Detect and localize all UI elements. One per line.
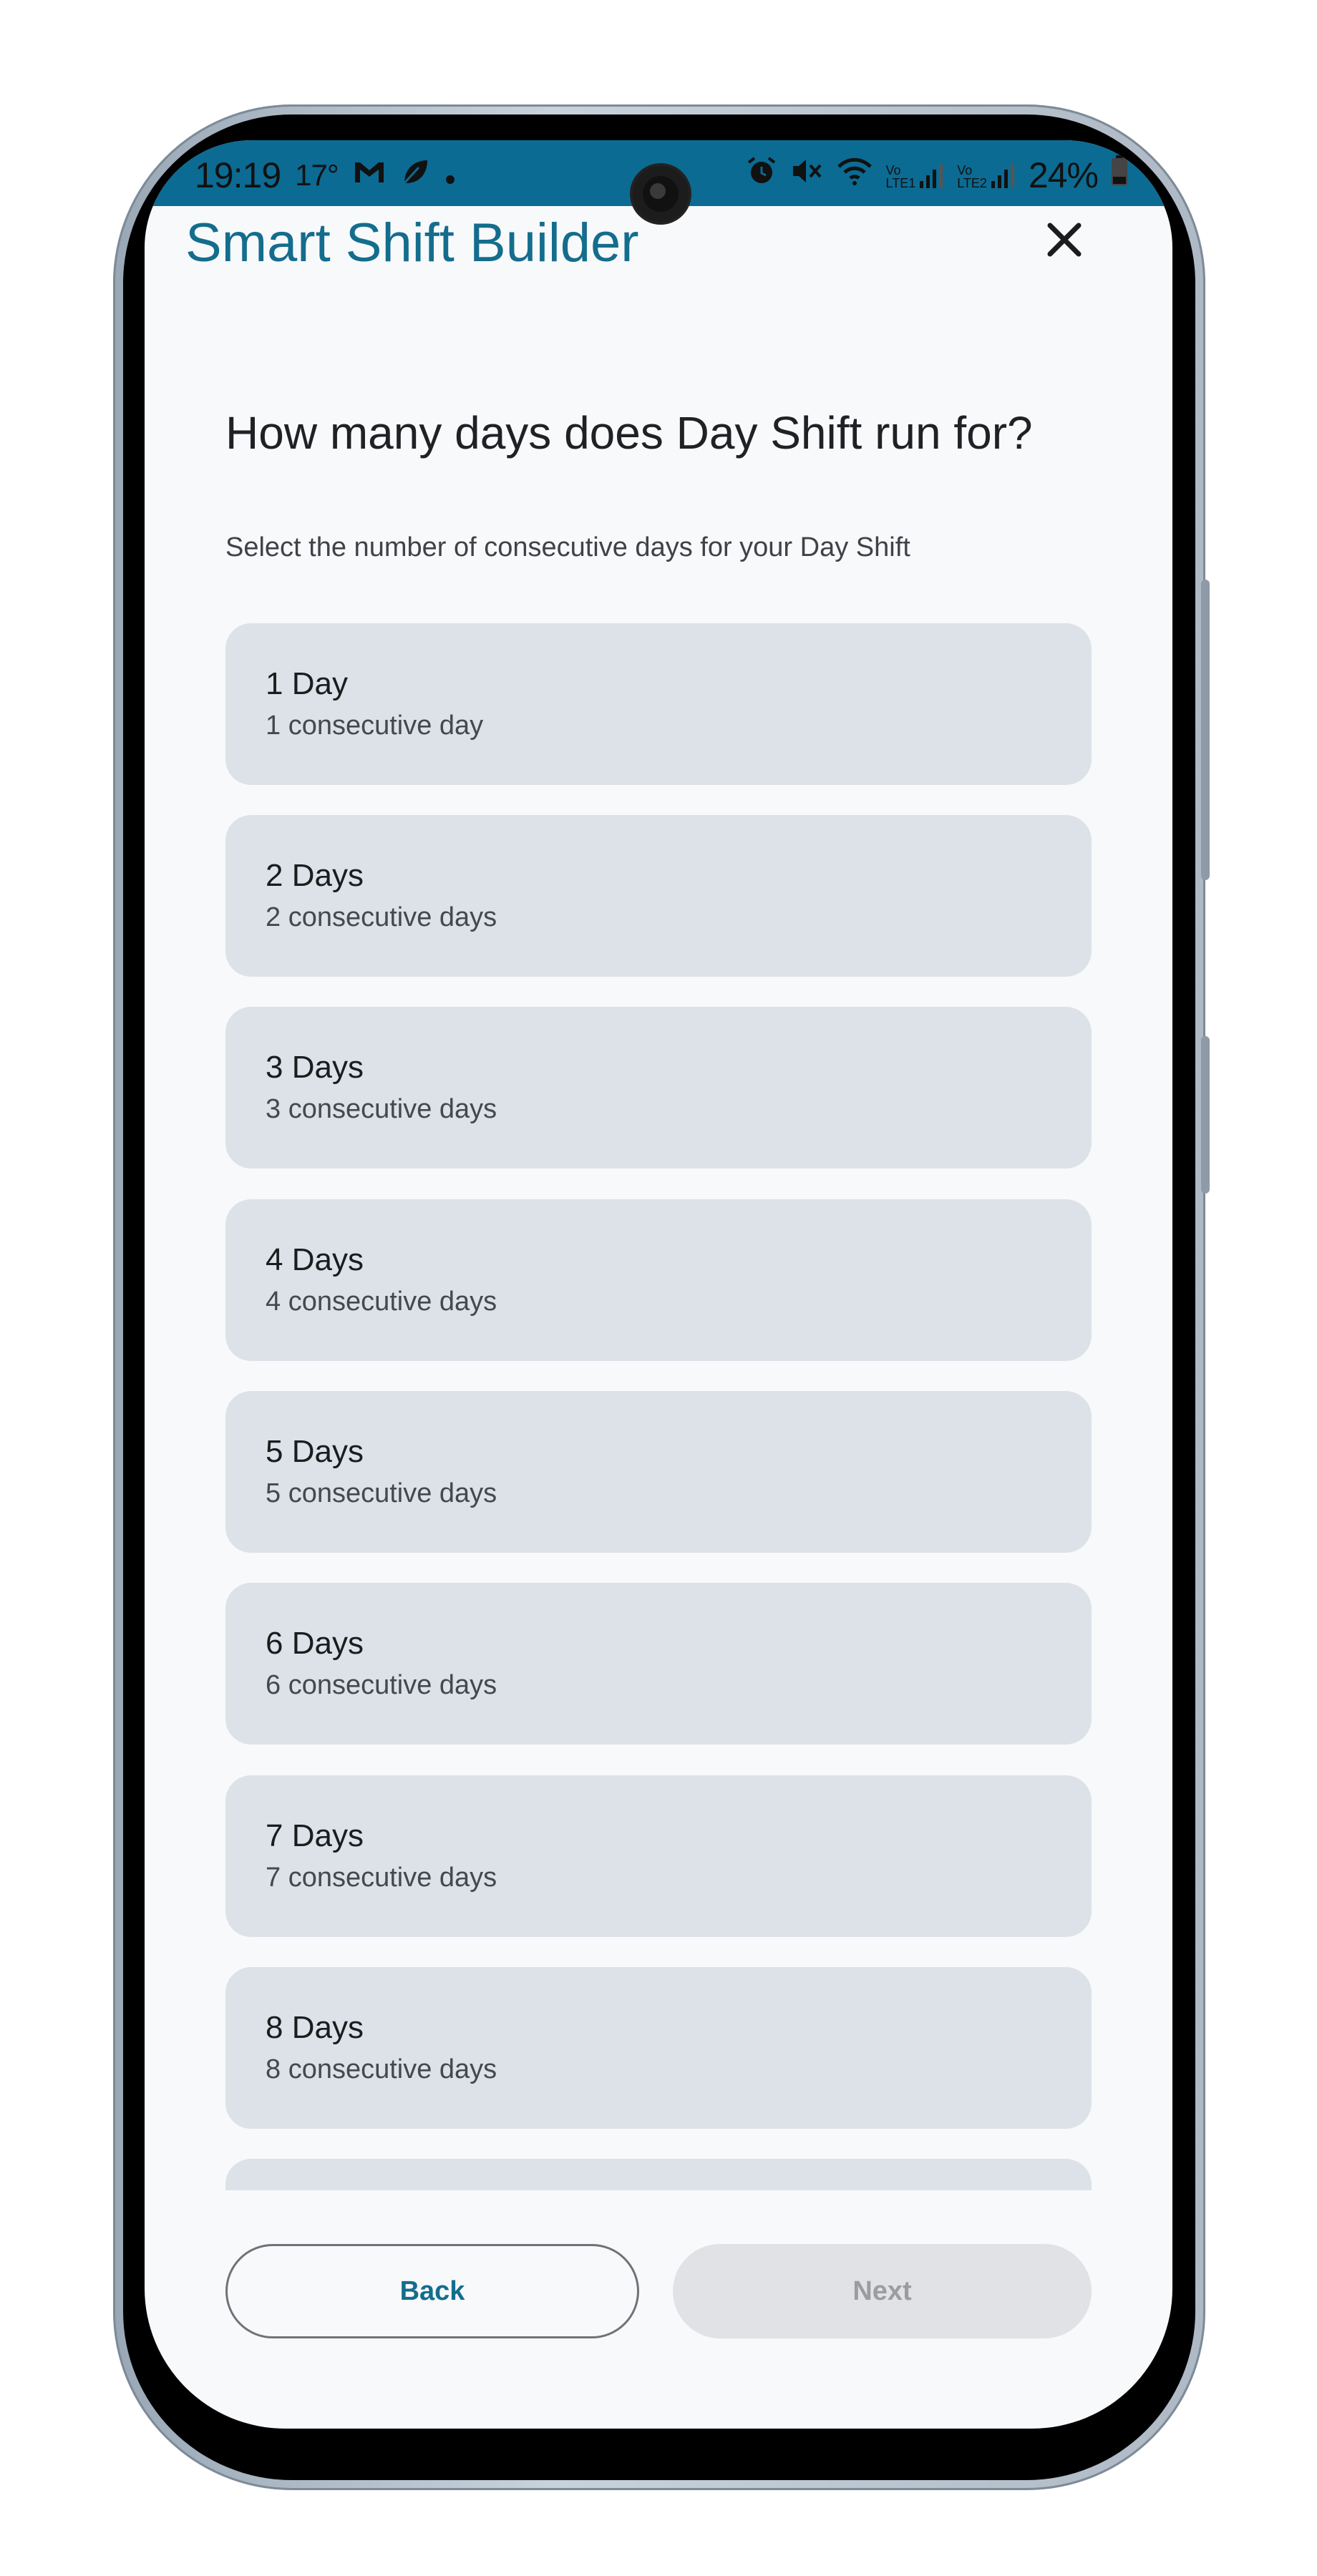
wifi-icon	[836, 155, 873, 195]
status-time: 19:19	[195, 155, 281, 195]
dot-icon	[444, 158, 456, 192]
next-button[interactable]: Next	[673, 2244, 1092, 2338]
option-8-days[interactable]: 8 Days 8 consecutive days	[225, 1967, 1092, 2129]
option-4-days[interactable]: 4 Days 4 consecutive days	[225, 1199, 1092, 1361]
volte-label-2: Vo	[957, 163, 973, 177]
option-9-days-partial[interactable]	[225, 2159, 1092, 2190]
option-sublabel: 1 consecutive day	[266, 711, 484, 741]
page-title: Smart Shift Builder	[185, 213, 639, 273]
option-sublabel: 8 consecutive days	[266, 2054, 497, 2084]
option-1-day[interactable]: 1 Day 1 consecutive day	[225, 623, 1092, 785]
question-description: Select the number of consecutive days fo…	[225, 532, 910, 562]
option-2-days[interactable]: 2 Days 2 consecutive days	[225, 815, 1092, 977]
option-sublabel: 4 consecutive days	[266, 1287, 497, 1317]
option-5-days[interactable]: 5 Days 5 consecutive days	[225, 1391, 1092, 1553]
front-camera	[630, 163, 691, 225]
power-button	[1201, 1036, 1210, 1194]
volume-button	[1201, 580, 1210, 880]
option-label: 1 Day	[266, 666, 348, 701]
alarm-icon	[746, 155, 777, 195]
option-label: 2 Days	[266, 858, 364, 893]
option-sublabel: 3 consecutive days	[266, 1094, 497, 1124]
signal-lte1-icon: Vo LTE1	[886, 161, 945, 190]
mute-icon	[790, 155, 823, 195]
option-sublabel: 2 consecutive days	[266, 902, 497, 932]
back-button[interactable]: Back	[225, 2244, 639, 2338]
options-list[interactable]: 1 Day 1 consecutive day 2 Days 2 consecu…	[145, 623, 1172, 2190]
question-heading: How many days does Day Shift run for?	[225, 407, 1033, 459]
option-label: 3 Days	[266, 1050, 364, 1085]
close-button[interactable]	[1032, 209, 1097, 273]
option-7-days[interactable]: 7 Days 7 consecutive days	[225, 1775, 1092, 1937]
option-label: 6 Days	[266, 1626, 364, 1661]
lte2-label: LTE2	[957, 176, 987, 190]
option-sublabel: 7 consecutive days	[266, 1863, 497, 1893]
status-temperature: 17°	[295, 158, 339, 192]
option-6-days[interactable]: 6 Days 6 consecutive days	[225, 1583, 1092, 1745]
option-label: 5 Days	[266, 1434, 364, 1469]
gmail-icon	[353, 158, 386, 192]
close-icon	[1043, 218, 1086, 265]
app-screen: 19:19 17° Vo LTE1 Vo LTE2 24% Smart Shif…	[145, 140, 1172, 2429]
volte-label: Vo	[885, 163, 901, 177]
option-label: 4 Days	[266, 1242, 364, 1277]
lte1-label: LTE1	[885, 176, 916, 190]
battery-icon	[1111, 155, 1128, 195]
option-sublabel: 5 consecutive days	[266, 1478, 497, 1508]
signal-lte2-icon: Vo LTE2	[957, 161, 1016, 190]
option-sublabel: 6 consecutive days	[266, 1670, 497, 1700]
option-3-days[interactable]: 3 Days 3 consecutive days	[225, 1007, 1092, 1169]
option-label: 8 Days	[266, 2010, 364, 2045]
option-label: 7 Days	[266, 1818, 364, 1853]
battery-percent: 24%	[1028, 155, 1099, 195]
leaf-icon	[400, 157, 430, 193]
